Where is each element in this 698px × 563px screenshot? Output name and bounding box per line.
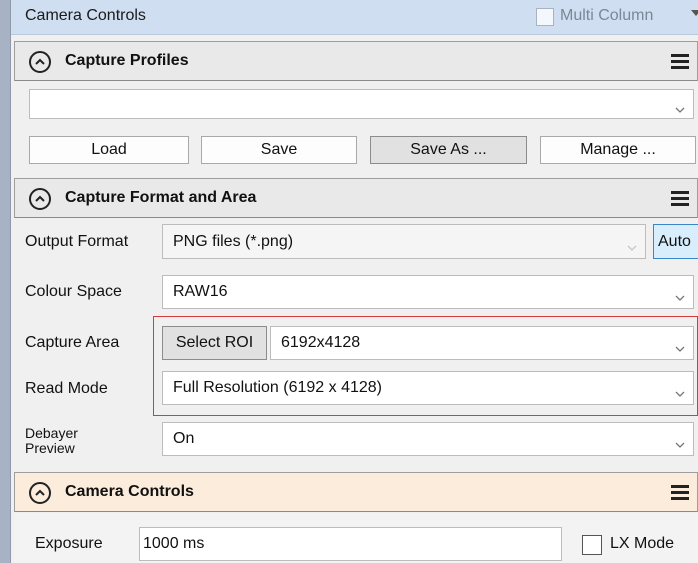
panel-title-bar: Camera Controls Multi Column	[11, 0, 698, 35]
collapse-chevron-up-icon[interactable]	[29, 188, 51, 210]
debayer-preview-label-line2: Preview	[25, 440, 75, 456]
highlight-annotation-box	[153, 316, 698, 416]
exposure-label: Exposure	[35, 535, 103, 552]
section-title: Camera Controls	[65, 483, 194, 500]
hamburger-menu-icon[interactable]	[671, 485, 689, 501]
chevron-down-icon	[627, 239, 637, 251]
capture-format-header[interactable]: Capture Format and Area	[14, 178, 698, 218]
load-button[interactable]: Load	[29, 136, 189, 164]
collapse-chevron-up-icon[interactable]	[29, 482, 51, 504]
collapse-chevron-up-icon[interactable]	[29, 51, 51, 73]
manage-button[interactable]: Manage ...	[540, 136, 696, 164]
read-mode-label: Read Mode	[25, 380, 108, 397]
capture-profiles-header[interactable]: Capture Profiles	[14, 41, 698, 81]
debayer-preview-dropdown[interactable]: On	[162, 422, 694, 456]
panel-title: Camera Controls	[25, 7, 146, 24]
output-format-label: Output Format	[25, 233, 129, 250]
capture-area-label: Capture Area	[25, 334, 120, 351]
left-dock-rail	[0, 0, 11, 563]
save-as-button[interactable]: Save As ...	[370, 136, 527, 164]
auto-button[interactable]: Auto	[653, 224, 698, 259]
section-title: Capture Profiles	[65, 52, 189, 69]
camera-controls-header[interactable]: Camera Controls	[14, 472, 698, 512]
multi-column-checkbox[interactable]	[536, 8, 554, 26]
output-format-dropdown[interactable]: PNG files (*.png)	[162, 224, 646, 259]
exposure-value: 1000 ms	[143, 535, 205, 552]
colour-space-value: RAW16	[173, 283, 228, 300]
lx-mode-label: LX Mode	[610, 535, 675, 552]
colour-space-dropdown[interactable]: RAW16	[162, 275, 694, 309]
lx-mode-checkbox[interactable]	[582, 535, 602, 555]
hamburger-menu-icon[interactable]	[671, 54, 689, 70]
exposure-input[interactable]: 1000 ms	[139, 527, 562, 561]
debayer-preview-value: On	[173, 430, 195, 447]
colour-space-label: Colour Space	[25, 283, 122, 300]
debayer-preview-label-line1: Debayer	[25, 425, 78, 441]
multi-column-label: Multi Column	[560, 7, 654, 24]
chevron-down-icon	[675, 101, 685, 113]
hamburger-menu-icon[interactable]	[671, 191, 689, 207]
chevron-down-icon	[675, 289, 685, 301]
section-title: Capture Format and Area	[65, 189, 257, 206]
output-format-value: PNG files (*.png)	[173, 232, 294, 250]
save-button[interactable]: Save	[201, 136, 357, 164]
capture-profile-dropdown[interactable]	[29, 89, 694, 119]
chevron-down-icon	[675, 436, 685, 448]
panel-menu-dropdown-icon[interactable]	[691, 10, 698, 16]
